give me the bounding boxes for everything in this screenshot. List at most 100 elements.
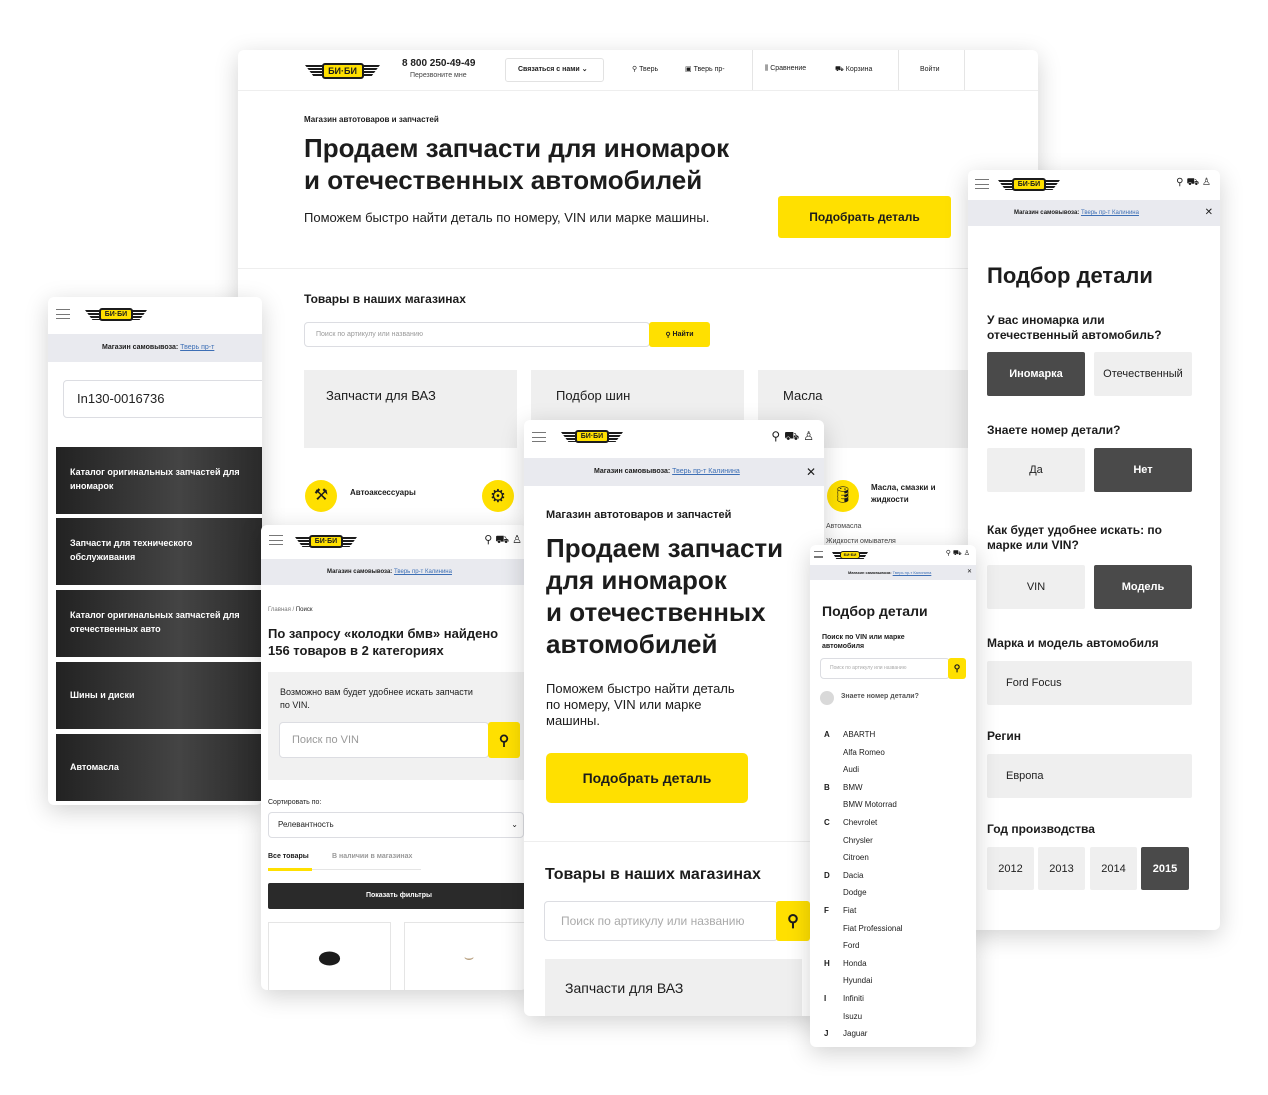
category-card[interactable]: Запчасти для ВАЗ: [545, 959, 802, 1016]
brand-item[interactable]: Isuzu: [843, 1012, 862, 1021]
search-button[interactable]: ⚲: [948, 658, 966, 679]
brand-item[interactable]: Hyundai: [843, 976, 872, 985]
search-input[interactable]: Поиск по артикулу или названию: [304, 322, 650, 347]
store-selector[interactable]: ▣ Тверь пр-: [685, 65, 725, 73]
brand-item[interactable]: ABARTH: [843, 730, 875, 739]
option-vin[interactable]: VIN: [987, 565, 1085, 609]
brand-item[interactable]: Dodge: [843, 888, 867, 897]
year-option[interactable]: 2013: [1038, 847, 1085, 890]
brand-item[interactable]: Audi: [843, 765, 859, 774]
option-yes[interactable]: Да: [987, 448, 1085, 492]
menu-icon[interactable]: [814, 551, 823, 558]
menu-icon[interactable]: [975, 179, 989, 189]
category-card[interactable]: Запчасти для ВАЗ: [304, 370, 517, 448]
menu-icon[interactable]: [269, 535, 283, 545]
option-domestic[interactable]: Отечественный: [1094, 352, 1192, 396]
brand-item[interactable]: Chrysler: [843, 836, 873, 845]
close-icon[interactable]: ✕: [1205, 200, 1213, 226]
callback-link[interactable]: Перезвоните мне: [410, 72, 467, 79]
brand-item[interactable]: Dacia: [843, 871, 863, 880]
option-model[interactable]: Модель: [1094, 565, 1192, 609]
store-link[interactable]: Тверь пр-т Калинина: [893, 570, 932, 575]
brand-item[interactable]: Chevrolet: [843, 818, 877, 827]
tab-all[interactable]: Все товары: [268, 853, 309, 860]
catalog-tile[interactable]: Шины и диски: [56, 662, 262, 729]
catalog-tile[interactable]: Каталог оригинальных запчастей для инома…: [56, 447, 262, 514]
eyebrow: Магазин автотоваров и запчастей: [546, 509, 732, 521]
header-icons[interactable]: ⚲⛟♙: [1176, 177, 1214, 190]
store-link[interactable]: Тверь пр-т Калинина: [1081, 210, 1139, 216]
option-foreign[interactable]: Иномарка: [987, 352, 1085, 396]
store-link[interactable]: Тверь пр-т: [180, 344, 214, 351]
results-title: По запросу «колодки бмв» найдено 156 тов…: [268, 626, 499, 658]
phone[interactable]: 8 800 250-49-49: [402, 58, 475, 69]
model-field[interactable]: Ford Focus: [987, 661, 1192, 705]
cart-icon: ⛟: [784, 429, 804, 443]
region-field[interactable]: Европа: [987, 754, 1192, 798]
header-icons[interactable]: ⚲⛟♙: [484, 533, 525, 548]
sub-link[interactable]: Автомасла: [826, 523, 861, 530]
logo[interactable]: БИ·БИ: [85, 307, 147, 322]
brand-item[interactable]: Fiat: [843, 906, 856, 915]
catalog-tile[interactable]: Запчасти для технического обслуживания: [56, 518, 262, 585]
option-no[interactable]: Нет: [1094, 448, 1192, 492]
search-button[interactable]: ⚲ Найти: [649, 322, 710, 347]
logo[interactable]: БИ·БИ: [561, 429, 623, 444]
logo[interactable]: БИ·БИ: [832, 551, 868, 560]
pick-part-button[interactable]: Подобрать деталь: [546, 753, 748, 803]
brand-item[interactable]: BMW: [843, 783, 863, 792]
catalog-mobile-screen: БИ·БИ Магазин самовывоза: Тверь пр-т In1…: [48, 297, 262, 805]
brand-item[interactable]: BMW Motorrad: [843, 800, 897, 809]
catalog-tile[interactable]: Каталог оригинальных запчастей для отече…: [56, 590, 262, 657]
logo[interactable]: БИ·БИ: [305, 62, 380, 80]
cart-link[interactable]: ⛟ Корзина: [835, 65, 872, 74]
logo[interactable]: БИ·БИ: [295, 534, 357, 549]
sort-label: Сортировать по:: [268, 799, 322, 806]
close-icon[interactable]: ✕: [806, 458, 816, 486]
header-icons[interactable]: ⚲⛟♙: [946, 549, 972, 558]
year-option[interactable]: 2014: [1090, 847, 1137, 890]
search-icon: ⚲: [1176, 177, 1187, 188]
compare-link[interactable]: ⫼ Сравнение: [765, 65, 806, 73]
brand-item[interactable]: Citroen: [843, 853, 869, 862]
breadcrumb: Главная / Поиск: [268, 607, 313, 613]
hero-title: Продаем запчасти для иномарок и отечестве…: [304, 133, 730, 195]
logo[interactable]: БИ·БИ: [998, 177, 1060, 192]
sub-link[interactable]: Жидкости омывателя: [826, 538, 896, 545]
hero-subtitle: Поможем быстро найти деталь по номеру, VI…: [546, 681, 735, 728]
close-icon[interactable]: ✕: [967, 565, 972, 580]
brand-item[interactable]: Alfa Romeo: [843, 748, 885, 757]
brand-item[interactable]: Infiniti: [843, 994, 864, 1003]
store-link[interactable]: Тверь пр-т Калинина: [672, 468, 740, 475]
search-input[interactable]: Поиск по артикулу или названию: [544, 901, 778, 941]
product-card[interactable]: ⬬: [268, 922, 391, 990]
show-filters-button[interactable]: Показать фильтры: [268, 883, 527, 909]
header-icons[interactable]: ⚲⛟♙: [771, 429, 818, 445]
menu-icon[interactable]: [532, 432, 546, 442]
city-selector[interactable]: ⚲ Тверь: [632, 65, 658, 73]
contact-dropdown[interactable]: Связаться с нами ⌄: [505, 58, 604, 82]
year-option-selected[interactable]: 2015: [1141, 847, 1189, 890]
search-button[interactable]: ⚲: [776, 901, 810, 941]
login-link[interactable]: Войти: [920, 66, 940, 73]
product-card[interactable]: ⌣: [404, 922, 527, 990]
search-button[interactable]: ⚲: [488, 722, 520, 758]
toggle-switch[interactable]: [820, 691, 834, 705]
brand-item[interactable]: Fiat Professional: [843, 924, 903, 933]
search-input[interactable]: In130-0016736: [63, 380, 262, 418]
category-link[interactable]: Масла, смазки и жидкости: [871, 482, 951, 506]
brand-item[interactable]: Honda: [843, 959, 867, 968]
menu-icon[interactable]: [56, 309, 70, 319]
brand-item[interactable]: Jaguar: [843, 1029, 867, 1038]
search-icon: ⚲: [771, 429, 785, 443]
year-option[interactable]: 2012: [987, 847, 1034, 890]
category-link[interactable]: Автоаксессуары: [350, 488, 416, 497]
sort-select[interactable]: Релевантность ⌄: [268, 812, 524, 838]
tab-in-stock[interactable]: В наличии в магазинах: [332, 853, 412, 860]
search-input[interactable]: Поиск по артикулу или названию: [820, 658, 950, 679]
pick-part-button[interactable]: Подобрать деталь: [778, 196, 951, 238]
store-link[interactable]: Тверь пр-т Калинина: [394, 569, 452, 575]
brand-item[interactable]: Ford: [843, 941, 859, 950]
vin-input[interactable]: Поиск по VIN: [279, 722, 489, 758]
catalog-tile[interactable]: Автомасла: [56, 734, 262, 801]
